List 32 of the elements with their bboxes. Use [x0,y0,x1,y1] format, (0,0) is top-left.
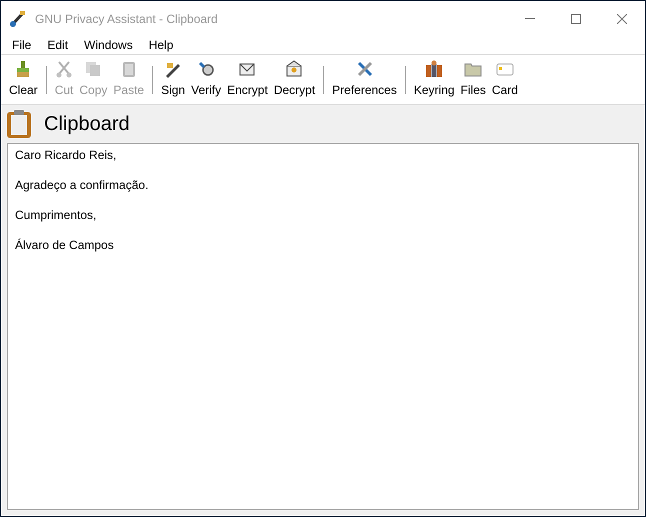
toolbar-button[interactable]: Keyring [410,60,458,99]
toolbar-button[interactable]: Clear [6,60,41,99]
pen-icon [164,60,182,78]
clipboard-icon [6,109,32,139]
app-icon [9,10,27,28]
toolbar-button[interactable]: Verify [188,60,224,99]
menu-item[interactable]: File [4,36,40,54]
close-icon [617,14,627,24]
text-line: Álvaro de Campos [15,237,115,254]
maximize-icon [571,14,581,24]
magnifier-icon [197,60,216,78]
toolbar-button[interactable]: Encrypt [224,60,271,99]
panel-title: Clipboard [44,112,130,137]
toolbar-button[interactable]: Preferences [329,60,400,99]
envelope-icon [285,60,304,78]
window-title: GNU Privacy Assistant - Clipboard [35,10,218,28]
text-line: Agradeço a confirmação. [15,177,150,194]
people-icon [425,60,444,78]
toolbar-button[interactable]: Files [458,60,489,99]
toolbar-button[interactable]: Sign [158,60,188,99]
text-line: Caro Ricardo Reis, [15,147,118,164]
menu-item[interactable]: Windows [76,36,141,54]
copy-icon [84,60,102,78]
scissors-icon [55,60,74,78]
text-line: Cumprimentos, [15,207,98,224]
menu-item[interactable]: Help [140,36,182,54]
toolbar-button[interactable]: Decrypt [270,60,318,99]
menu-item[interactable]: Edit [39,36,76,54]
minimize-icon [525,18,535,19]
toolbar-button[interactable]: Card [488,60,521,99]
tools-icon [356,60,374,78]
text-area[interactable]: Caro Ricardo Reis, Agradeço a confirmação. Cumprimentos, Álvaro de Campos [7,143,639,510]
